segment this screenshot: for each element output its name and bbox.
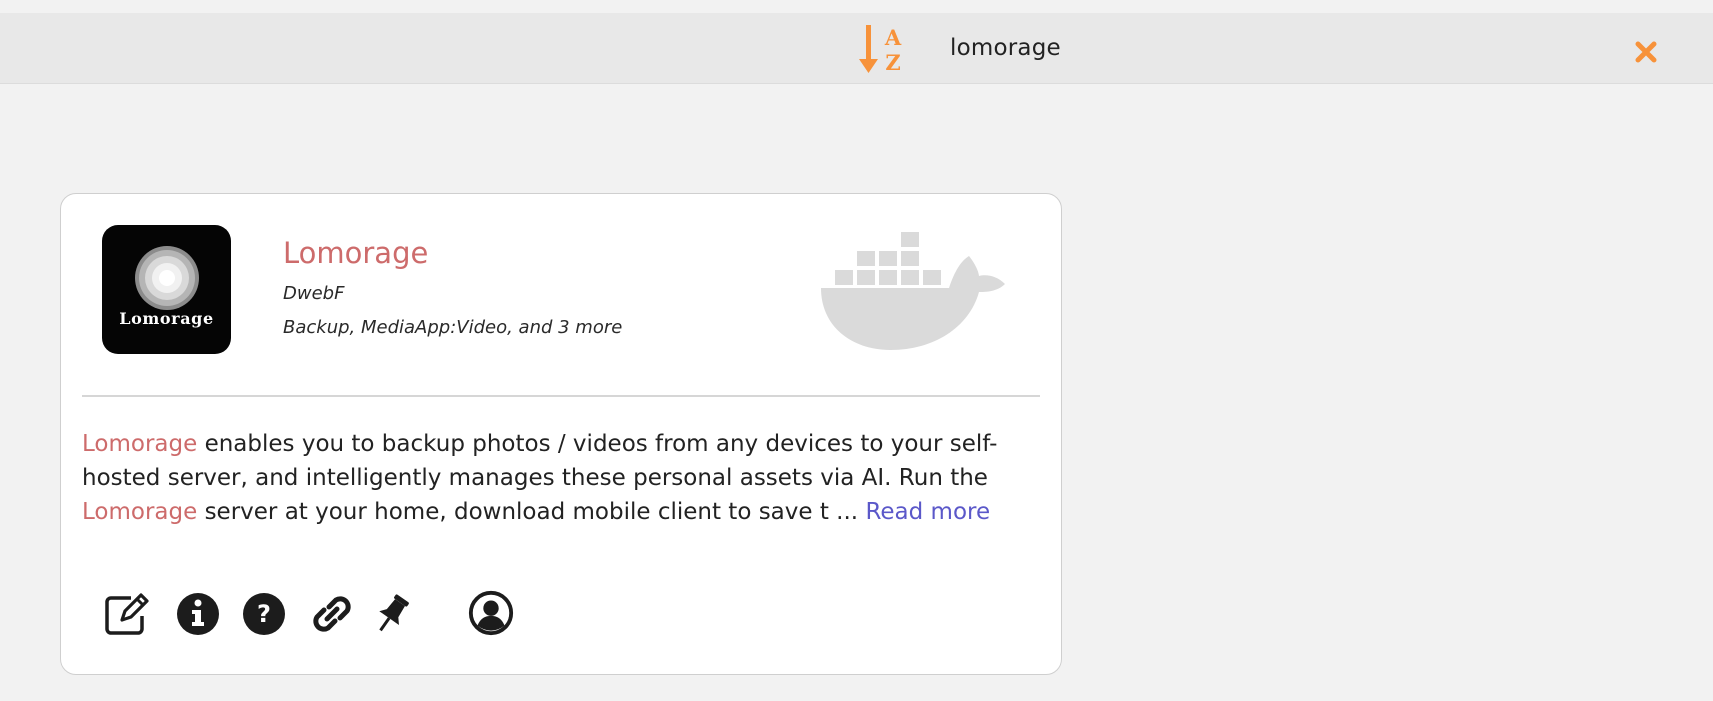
help-icon[interactable]: ? bbox=[239, 589, 289, 639]
sort-alpha-down-icon[interactable]: A Z bbox=[858, 23, 908, 75]
link-icon[interactable] bbox=[307, 589, 357, 639]
user-icon[interactable] bbox=[467, 589, 515, 637]
description-highlight: Lomorage bbox=[82, 499, 198, 525]
svg-text:Z: Z bbox=[885, 50, 900, 75]
pin-icon[interactable] bbox=[367, 589, 417, 639]
svg-text:?: ? bbox=[257, 600, 271, 628]
description-text: server at your home, download mobile cli… bbox=[197, 499, 866, 525]
read-more-link[interactable]: Read more bbox=[865, 499, 990, 525]
card-divider bbox=[82, 395, 1040, 397]
search-bar: A Z lomorage bbox=[0, 13, 1713, 84]
card-actions: ? bbox=[61, 589, 1061, 645]
description-text: enables you to backup photos / videos fr… bbox=[82, 431, 998, 491]
app-title[interactable]: Lomorage bbox=[283, 236, 428, 270]
logo-wordmark: Lomorage bbox=[119, 309, 214, 328]
edit-icon[interactable] bbox=[101, 589, 151, 639]
svg-text:A: A bbox=[884, 25, 902, 50]
app-author: DwebF bbox=[283, 283, 345, 304]
app-categories: Backup, MediaApp:Video, and 3 more bbox=[283, 317, 623, 338]
app-logo: Lomorage bbox=[102, 225, 231, 354]
description-highlight: Lomorage bbox=[82, 431, 198, 457]
search-input[interactable]: lomorage bbox=[950, 35, 1061, 61]
lomorage-logo-icon bbox=[135, 246, 199, 310]
docker-whale-icon bbox=[821, 232, 1005, 350]
close-icon[interactable] bbox=[1634, 40, 1658, 64]
info-icon[interactable] bbox=[173, 589, 223, 639]
app-description: Lomorage enables you to backup photos / … bbox=[82, 427, 1042, 529]
app-card[interactable]: Lomorage Lomorage DwebF Backup, MediaApp… bbox=[60, 193, 1062, 675]
